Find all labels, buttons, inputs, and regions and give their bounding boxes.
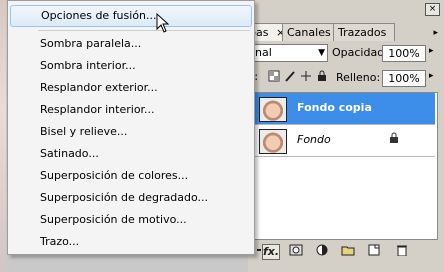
menu-item-label: Superposición de colores...: [40, 169, 189, 182]
tab-channels[interactable]: Canales: [282, 23, 336, 41]
blend-mode-select[interactable]: nal ▼: [252, 44, 328, 62]
canvas-background: [0, 0, 6, 272]
menu-item-inner-glow[interactable]: Resplandor interior...: [8, 100, 254, 120]
layer-name: Fondo: [297, 133, 331, 146]
tab-paths[interactable]: Trazados: [333, 23, 395, 41]
layer-thumbnail: [259, 97, 287, 122]
menu-item-label: Trazo...: [40, 235, 80, 248]
menu-item-label: Resplandor exterior...: [40, 81, 158, 94]
group-icon[interactable]: [340, 244, 356, 258]
adjustment-icon[interactable]: [314, 244, 330, 258]
fill-input[interactable]: 100%: [382, 70, 426, 87]
menu-item-label: Resplandor interior...: [40, 103, 155, 116]
blend-mode-row: nal ▼ Opacidad: 100% ▸: [248, 43, 444, 63]
menu-item-stroke[interactable]: Trazo...: [8, 232, 254, 252]
menu-item-satin[interactable]: Satinado...: [8, 144, 254, 164]
menu-item-pattern-overlay[interactable]: Superposición de motivo...: [8, 210, 254, 230]
tab-channels-label: Canales: [287, 26, 331, 39]
menu-item-label: Opciones de fusión...: [41, 9, 157, 22]
fx-icon[interactable]: fx.: [262, 244, 280, 260]
tab-paths-label: Trazados: [338, 26, 387, 39]
panel-title-bar: ×: [248, 0, 444, 22]
menu-item-outer-glow[interactable]: Resplandor exterior...: [8, 78, 254, 98]
layer-row[interactable]: Fondo: [253, 125, 435, 157]
menu-item-bevel-emboss[interactable]: Bisel y relieve...: [8, 122, 254, 142]
fill-slider-arrow-icon[interactable]: ▸: [429, 71, 434, 81]
menu-divider: [38, 30, 250, 31]
layers-panel: × pas × Canales Trazados ▸ nal ▼ Opacida…: [244, 0, 444, 272]
menu-item-label: Superposición de motivo...: [40, 213, 187, 226]
menu-item-label: Sombra interior...: [40, 59, 136, 72]
lock-transparent-icon[interactable]: [268, 70, 280, 82]
chevron-down-icon: ▼: [318, 48, 325, 58]
panel-footer: fx.: [248, 242, 444, 262]
layer-thumbnail: [259, 129, 287, 154]
mouse-pointer-icon: [156, 13, 170, 33]
lock-paint-icon[interactable]: [284, 70, 296, 82]
menu-item-label: Sombra paralela...: [40, 37, 142, 50]
layer-name: Fondo copia: [297, 101, 372, 114]
lock-icon: [389, 132, 399, 143]
menu-item-gradient-overlay[interactable]: Superposición de degradado...: [8, 188, 254, 208]
new-layer-icon[interactable]: [366, 244, 382, 258]
layer-row[interactable]: Fondo copia: [253, 93, 435, 125]
menu-item-drop-shadow[interactable]: Sombra paralela...: [8, 34, 254, 54]
mask-icon[interactable]: [288, 244, 304, 258]
panel-menu-arrow-icon[interactable]: ▸: [433, 28, 438, 38]
menu-item-label: Bisel y relieve...: [40, 125, 128, 138]
lock-row: r: Relleno: 100% ▸: [248, 68, 444, 87]
menu-item-label: Satinado...: [40, 147, 99, 160]
menu-item-blending-options[interactable]: Opciones de fusión...: [10, 5, 252, 27]
fill-label: Relleno:: [336, 71, 381, 84]
menu-item-color-overlay[interactable]: Superposición de colores...: [8, 166, 254, 186]
blend-mode-value: nal: [255, 46, 272, 59]
trash-icon[interactable]: [394, 244, 410, 258]
panel-close-button[interactable]: ×: [425, 3, 440, 16]
lock-move-icon[interactable]: [300, 70, 312, 82]
opacity-slider-arrow-icon[interactable]: ▸: [429, 46, 434, 56]
menu-item-inner-shadow[interactable]: Sombra interior...: [8, 56, 254, 76]
menu-item-label: Superposición de degradado...: [40, 191, 209, 204]
opacity-label: Opacidad:: [332, 46, 388, 59]
opacity-input[interactable]: 100%: [382, 45, 426, 62]
layers-list: Fondo copia Fondo: [252, 92, 438, 240]
lock-all-icon[interactable]: [316, 70, 328, 82]
layer-style-context-menu: Opciones de fusión... Sombra paralela...…: [7, 0, 255, 255]
